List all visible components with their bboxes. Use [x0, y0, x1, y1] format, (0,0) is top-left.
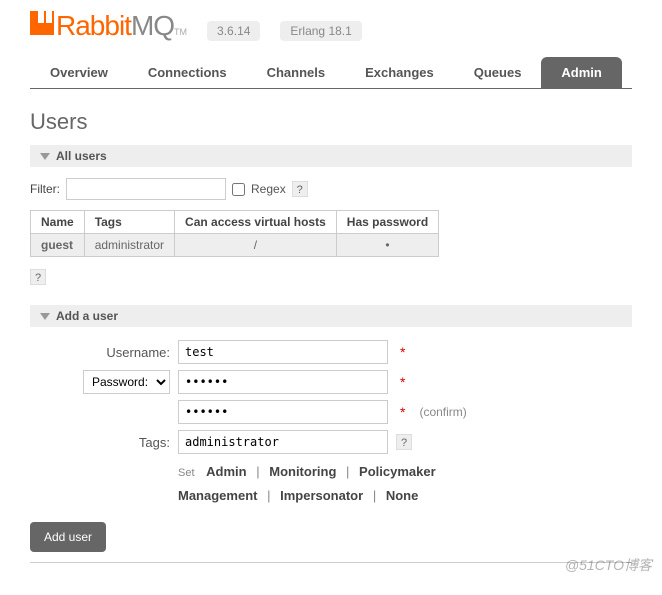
section-add-user[interactable]: Add a user — [30, 305, 632, 328]
nav-tabs: Overview Connections Channels Exchanges … — [30, 57, 632, 89]
tag-link-monitoring[interactable]: Monitoring — [269, 464, 336, 479]
tag-link-policymaker[interactable]: Policymaker — [359, 464, 436, 479]
watermark: @51CTO博客 — [565, 555, 652, 575]
col-tags: Tags — [84, 211, 174, 234]
password-select[interactable]: Password: — [83, 370, 170, 394]
collapse-icon — [40, 313, 50, 320]
rabbitmq-logo: RabbitMQTM — [30, 10, 187, 42]
user-name-cell: guest — [31, 234, 85, 257]
help-icon-tags[interactable]: ? — [396, 434, 412, 450]
tags-label: Tags: — [30, 435, 170, 450]
version-badge: 3.6.14 — [207, 21, 260, 41]
user-password-cell: • — [336, 234, 438, 257]
tags-input[interactable] — [178, 430, 388, 454]
logo-tm: TM — [174, 27, 187, 37]
help-icon-table[interactable]: ? — [30, 269, 46, 285]
user-tags-cell: administrator — [84, 234, 174, 257]
page-title: Users — [30, 109, 632, 135]
tab-exchanges[interactable]: Exchanges — [345, 57, 454, 88]
username-input[interactable] — [178, 340, 388, 364]
section-all-users[interactable]: All users — [30, 145, 632, 168]
password-input[interactable] — [178, 370, 388, 394]
user-vhosts-cell: / — [175, 234, 337, 257]
required-mark: * — [400, 344, 405, 360]
tab-admin[interactable]: Admin — [541, 57, 621, 88]
filter-label: Filter: — [30, 182, 60, 196]
collapse-icon — [40, 153, 50, 160]
rabbitmq-logo-icon — [30, 11, 54, 35]
tag-link-none[interactable]: None — [386, 488, 419, 503]
tab-queues[interactable]: Queues — [454, 57, 542, 88]
help-icon-filter[interactable]: ? — [292, 181, 308, 197]
tab-channels[interactable]: Channels — [247, 57, 346, 88]
required-mark: * — [400, 404, 405, 420]
section-title-add-user: Add a user — [56, 309, 118, 323]
confirm-label: (confirm) — [419, 405, 466, 419]
users-table: Name Tags Can access virtual hosts Has p… — [30, 210, 439, 257]
section-title-all-users: All users — [56, 149, 107, 163]
col-vhosts: Can access virtual hosts — [175, 211, 337, 234]
username-label: Username: — [30, 345, 170, 360]
regex-label: Regex — [251, 182, 286, 196]
regex-checkbox[interactable] — [232, 183, 245, 196]
password-confirm-input[interactable] — [178, 400, 388, 424]
set-label: Set — [178, 467, 195, 479]
col-name: Name — [31, 211, 85, 234]
tab-connections[interactable]: Connections — [128, 57, 247, 88]
required-mark: * — [400, 374, 405, 390]
tag-link-management[interactable]: Management — [178, 488, 257, 503]
filter-input[interactable] — [66, 178, 226, 200]
table-row[interactable]: guest administrator / • — [31, 234, 439, 257]
erlang-badge: Erlang 18.1 — [280, 21, 361, 41]
tab-overview[interactable]: Overview — [30, 57, 128, 88]
col-password: Has password — [336, 211, 438, 234]
add-user-button[interactable]: Add user — [30, 522, 106, 552]
logo-text: RabbitMQ — [56, 10, 174, 42]
tag-link-admin[interactable]: Admin — [206, 464, 246, 479]
tag-link-impersonator[interactable]: Impersonator — [280, 488, 363, 503]
